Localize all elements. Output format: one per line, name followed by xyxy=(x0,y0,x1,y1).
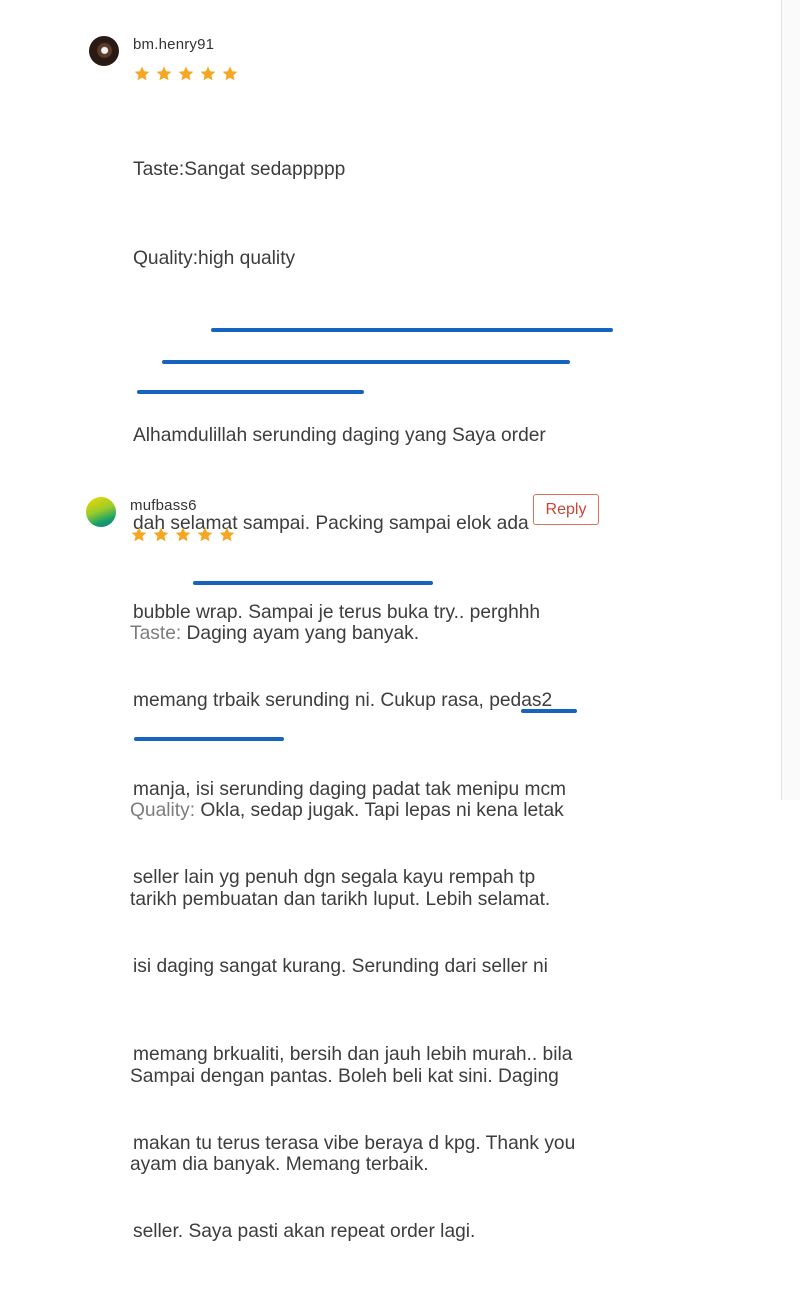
star-icon xyxy=(219,527,235,542)
taste-label: Taste: xyxy=(130,623,182,644)
avatar[interactable] xyxy=(86,497,116,527)
highlight-underline xyxy=(193,581,433,585)
avatar[interactable] xyxy=(89,36,119,66)
reply-button[interactable]: Reply xyxy=(533,494,599,525)
taste-value: Daging ayam yang banyak. xyxy=(186,623,420,644)
star-icon xyxy=(197,527,213,542)
star-icon xyxy=(153,527,169,542)
star-icon xyxy=(175,527,191,542)
highlight-underline xyxy=(211,328,613,332)
review-line: Taste:Sangat sedappppp xyxy=(133,159,346,180)
quality-line: Quality: Okla, sedap jugak. Tapi lepas n… xyxy=(130,796,564,826)
quality-label: Quality: xyxy=(130,800,196,821)
review-line xyxy=(133,332,575,362)
review-line: tarikh pembuatan dan tarikh luput. Lebih… xyxy=(130,888,551,910)
quality-value: Okla, sedap jugak. Tapi lepas ni kena le… xyxy=(200,800,564,821)
star-icon xyxy=(200,66,216,81)
highlight-underline xyxy=(162,360,570,364)
review-line: Quality:high quality xyxy=(133,247,296,269)
taste-line: Taste: Daging ayam yang banyak. xyxy=(130,619,564,649)
highlight-underline xyxy=(137,390,364,394)
star-rating xyxy=(130,526,236,544)
review-line: ayam dia banyak. Memang terbaik. xyxy=(130,1154,429,1175)
scrollbar-track[interactable] xyxy=(781,0,800,800)
star-icon xyxy=(178,66,194,81)
star-icon xyxy=(134,66,150,81)
review-line: Sampai dengan pantas. Boleh beli kat sin… xyxy=(130,1065,559,1087)
review-line: Alhamdulillah serunding daging yang Saya… xyxy=(133,424,546,446)
highlight-underline xyxy=(134,737,284,741)
star-icon xyxy=(222,66,238,81)
username[interactable]: bm.henry91 xyxy=(133,36,214,53)
star-icon xyxy=(131,527,147,542)
star-icon xyxy=(156,66,172,81)
username[interactable]: mufbass6 xyxy=(130,497,197,514)
review-text: Taste: Daging ayam yang banyak. Quality:… xyxy=(130,560,564,1239)
highlight-underline xyxy=(521,709,577,713)
star-rating xyxy=(133,65,239,83)
